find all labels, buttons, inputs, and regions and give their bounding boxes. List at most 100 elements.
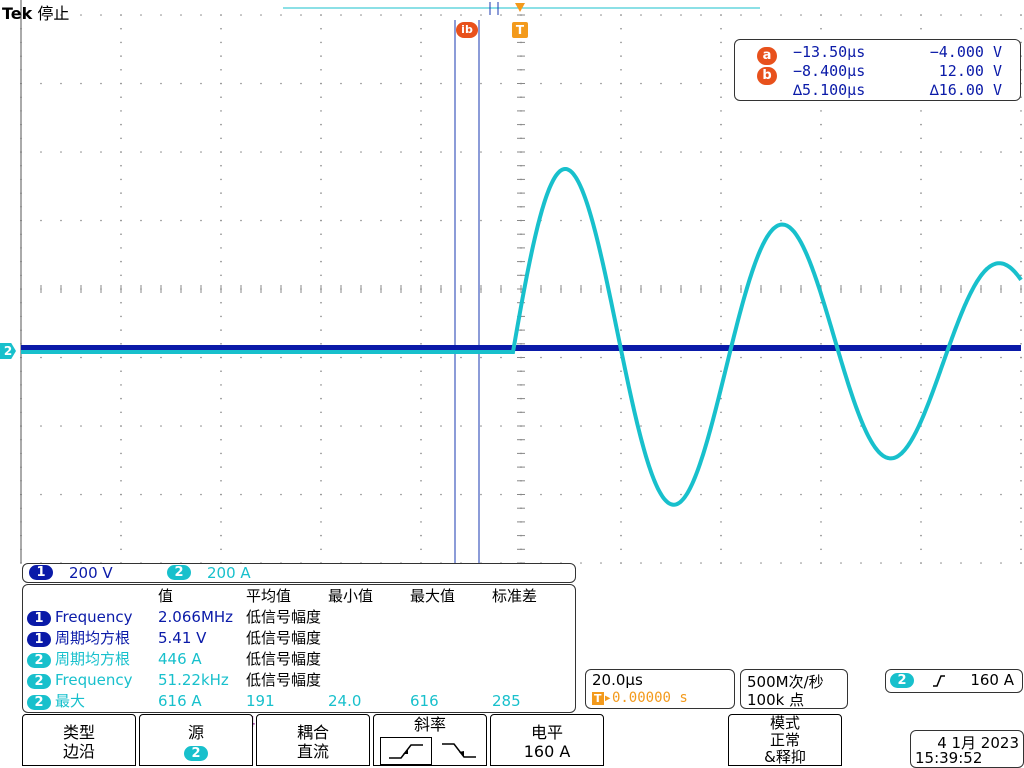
- measurement-row: 1 周期均方根 5.41 V 低信号幅度: [23, 627, 562, 648]
- grid-dot: [220, 96, 222, 98]
- measurement-channel-badge: 2: [27, 673, 51, 689]
- menu-slope-label: 斜率: [413, 715, 446, 734]
- grid-dot: [800, 356, 802, 359]
- grid-dot: [40, 425, 42, 427]
- grid-dot: [920, 301, 922, 304]
- grid-dot: [440, 14, 442, 16]
- menu-type-button[interactable]: 类型 边沿: [22, 714, 136, 766]
- grid-dot: [420, 425, 422, 427]
- grid-dot: [920, 206, 922, 208]
- measurement-value: 51.22kHz: [158, 670, 229, 689]
- timebase-panel[interactable]: 20.0µs T ▸0.00000 s: [585, 669, 735, 709]
- grid-dot: [960, 219, 962, 222]
- grid-dot: [320, 14, 322, 16]
- menu-level-button[interactable]: 电平 160 A: [490, 714, 604, 766]
- grid-dot: [920, 548, 922, 551]
- grid-dot: [460, 219, 462, 222]
- grid-dot: [500, 151, 502, 153]
- grid-dot: [120, 178, 122, 181]
- grid-dot: [940, 219, 942, 222]
- trigger-position-icon[interactable]: T: [512, 22, 528, 38]
- grid-dot: [320, 96, 322, 98]
- grid-dot: [980, 151, 982, 153]
- ch2-scale[interactable]: 200 A: [207, 564, 251, 582]
- grid-dot: [1020, 151, 1022, 153]
- ch1-scale[interactable]: 200 V: [69, 564, 113, 582]
- grid-dot: [280, 219, 282, 222]
- grid-dot: [340, 151, 342, 153]
- grid-dot: [480, 82, 482, 85]
- grid-dot: [920, 480, 922, 482]
- grid-dot: [220, 178, 222, 181]
- grid-dot: [420, 14, 422, 16]
- measurement-value: 5.41 V: [158, 628, 207, 647]
- ch1-badge[interactable]: 1: [29, 565, 53, 580]
- grid-dot: [280, 151, 282, 153]
- grid-dot: [120, 41, 122, 44]
- grid-dot: [1020, 164, 1022, 167]
- grid-dot: [320, 137, 322, 140]
- grid-dot: [120, 548, 122, 551]
- menu-source-button[interactable]: 源 2: [139, 714, 253, 766]
- slope-rising-option[interactable]: [380, 737, 432, 765]
- grid-dot: [760, 14, 762, 16]
- grid-dot: [880, 219, 882, 222]
- grid-dot: [720, 548, 722, 551]
- grid-dot: [120, 480, 122, 482]
- grid-dot: [720, 96, 722, 98]
- measurement-row: 2 Frequency 51.22kHz 低信号幅度: [23, 669, 562, 690]
- grid-dot: [700, 562, 702, 564]
- grid-dot: [920, 247, 922, 249]
- grid-dot: [1020, 370, 1022, 373]
- grid-dot: [920, 151, 922, 153]
- menu-coupling-button[interactable]: 耦合 直流: [256, 714, 370, 766]
- slope-falling-option[interactable]: [434, 737, 484, 763]
- trigger-panel[interactable]: 2 160 A: [885, 669, 1023, 693]
- measurement-row: 2 周期均方根 446 A 低信号幅度: [23, 648, 562, 669]
- grid-dot: [480, 493, 482, 496]
- grid-dot: [400, 356, 402, 359]
- ch2-badge[interactable]: 2: [167, 565, 191, 580]
- grid-dot: [920, 233, 922, 235]
- channel-scale-bar: 1 200 V 2 200 A: [22, 563, 576, 583]
- grid-dot: [320, 397, 322, 400]
- grid-dot: [620, 452, 622, 455]
- grid-dot: [620, 151, 622, 153]
- grid-dot: [1000, 14, 1002, 16]
- grid-dot: [280, 82, 282, 85]
- grid-dot: [120, 493, 122, 496]
- grid-dot: [560, 82, 562, 85]
- grid-dot: [840, 562, 842, 564]
- grid-dot: [120, 96, 122, 98]
- grid-dot: [720, 329, 722, 331]
- grid-dot: [220, 521, 222, 523]
- grid-dot: [580, 82, 582, 85]
- grid-dot: [120, 370, 122, 373]
- grid-dot: [120, 411, 122, 414]
- cursor-ib-marker[interactable]: ib: [456, 22, 478, 38]
- grid-dot: [1020, 343, 1022, 345]
- grid-dot: [620, 315, 622, 318]
- grid-dot: [120, 82, 122, 85]
- grid-dot: [740, 151, 742, 153]
- acquisition-panel[interactable]: 500M次/秒 100k 点: [740, 669, 848, 709]
- grid-dot: [880, 562, 882, 564]
- grid-dot: [560, 425, 562, 427]
- cursor-delta-value: ∆16.00 V: [929, 81, 1002, 99]
- grid-dot: [720, 356, 722, 359]
- grid-dot: [940, 356, 942, 359]
- menu-mode-button[interactable]: 模式 正常 &释抑: [728, 714, 842, 766]
- grid-dot: [240, 425, 242, 427]
- grid-dot: [380, 82, 382, 85]
- grid-dot: [80, 14, 82, 16]
- grid-dot: [960, 14, 962, 16]
- grid-dot: [320, 315, 322, 318]
- menu-slope-button[interactable]: 斜率: [373, 714, 487, 766]
- grid-dot: [320, 411, 322, 414]
- grid-dot: [120, 55, 122, 57]
- grid-dot: [780, 493, 782, 496]
- grid-dot: [200, 219, 202, 222]
- grid-dot: [620, 507, 622, 510]
- grid-dot: [340, 219, 342, 222]
- grid-dot: [940, 493, 942, 496]
